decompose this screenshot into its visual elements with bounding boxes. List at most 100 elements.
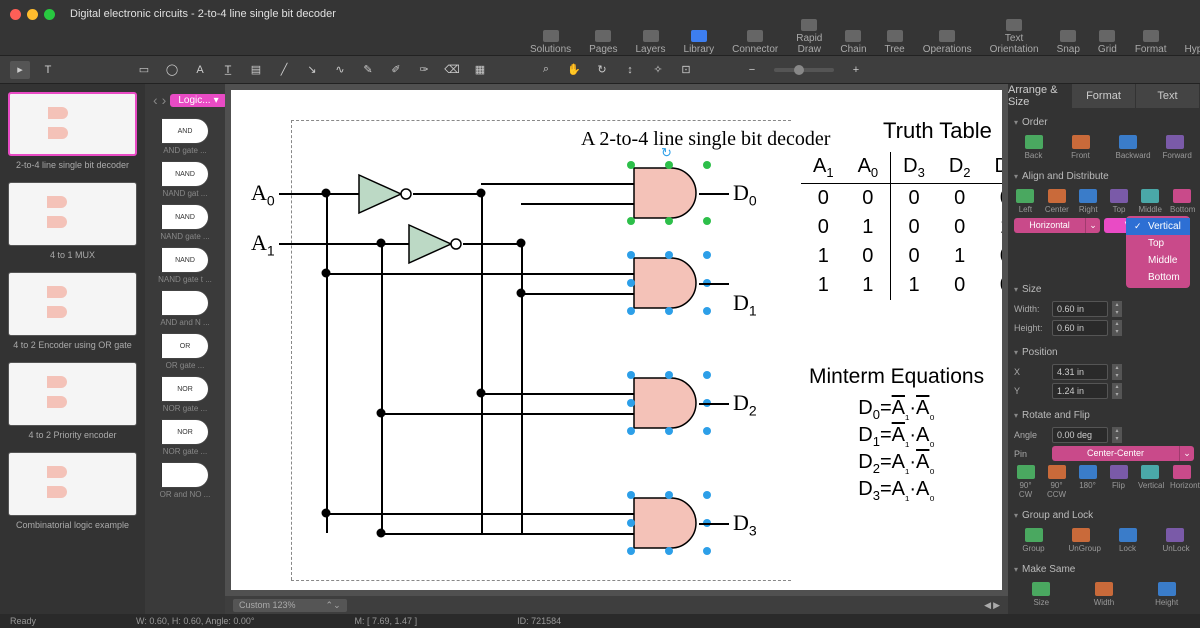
maximize-icon[interactable]: [44, 9, 55, 20]
alignIcons-center[interactable]: Center: [1045, 189, 1069, 214]
and-gate-d1[interactable]: [631, 255, 707, 311]
groupIcons-ungroup[interactable]: UnGroup: [1069, 528, 1093, 553]
rotIcons-180-[interactable]: 180°: [1076, 465, 1099, 499]
library-shape[interactable]: ANDAND gate ...: [149, 118, 221, 155]
orderIcons-front[interactable]: Front: [1069, 135, 1093, 160]
y-stepper[interactable]: ▴▾: [1112, 383, 1122, 399]
pin-select[interactable]: Center-Center: [1052, 446, 1180, 461]
rotIcons-flip[interactable]: Flip: [1107, 465, 1130, 499]
sameIcons-height[interactable]: Height: [1155, 582, 1179, 607]
section-group[interactable]: Group and Lock: [1014, 507, 1194, 524]
page-thumb[interactable]: 2-to-4 line single bit decoder: [8, 92, 137, 170]
library-shape[interactable]: OROR gate ...: [149, 333, 221, 370]
eyedropper-tool[interactable]: ✐: [386, 61, 406, 79]
width-stepper[interactable]: ▴▾: [1112, 301, 1122, 317]
menu-library[interactable]: Library: [684, 30, 715, 55]
rect-tool[interactable]: ▭: [134, 61, 154, 79]
section-position[interactable]: Position: [1014, 344, 1194, 361]
menu-connector[interactable]: Connector: [732, 30, 778, 55]
callout-tool[interactable]: ▤: [246, 61, 266, 79]
page-thumb[interactable]: Combinatorial logic example: [8, 452, 137, 530]
section-align[interactable]: Align and Distribute: [1014, 168, 1194, 185]
menu-rapid-draw[interactable]: Rapid Draw: [796, 19, 822, 55]
x-input[interactable]: [1052, 364, 1108, 380]
tab-arrange[interactable]: Arrange & Size: [1008, 84, 1072, 108]
menu-chain[interactable]: Chain: [840, 30, 866, 55]
x-stepper[interactable]: ▴▾: [1112, 364, 1122, 380]
y-input[interactable]: [1052, 383, 1108, 399]
sameIcons-size[interactable]: Size: [1029, 582, 1053, 607]
pin-dropdown-icon[interactable]: ⌄: [1180, 446, 1194, 461]
inverter-a0[interactable]: [356, 172, 416, 216]
menu-solutions[interactable]: Solutions: [530, 30, 571, 55]
wand-tool[interactable]: ✧: [648, 61, 668, 79]
library-shape[interactable]: AND and N ...: [149, 290, 221, 327]
menu-hypernote[interactable]: Hypernote: [1185, 30, 1200, 55]
measure-tool[interactable]: ↕: [620, 61, 640, 79]
orderIcons-back[interactable]: Back: [1022, 135, 1046, 160]
tab-text[interactable]: Text: [1136, 84, 1200, 108]
valign-middle[interactable]: Middle: [1126, 252, 1190, 269]
pointer-tool[interactable]: ▸: [10, 61, 30, 79]
canvas-scroll-icons[interactable]: ◀▶: [984, 600, 1000, 611]
alignIcons-middle[interactable]: Middle: [1138, 189, 1162, 214]
menu-text-orientation[interactable]: Text Orientation: [990, 19, 1039, 55]
page-thumb[interactable]: 4 to 2 Priority encoder: [8, 362, 137, 440]
library-shape[interactable]: NANDNAND gate t ...: [149, 247, 221, 284]
and-gate-d3[interactable]: [631, 495, 707, 551]
table-tool[interactable]: ▦: [470, 61, 490, 79]
groupIcons-unlock[interactable]: UnLock: [1163, 528, 1187, 553]
sameIcons-width[interactable]: Width: [1092, 582, 1116, 607]
ellipse-tool[interactable]: ◯: [162, 61, 182, 79]
orderIcons-forward[interactable]: Forward: [1163, 135, 1187, 160]
alignIcons-left[interactable]: Left: [1014, 189, 1037, 214]
library-shape[interactable]: NORNOR gate ...: [149, 376, 221, 413]
valign-bottom[interactable]: Bottom: [1126, 269, 1190, 286]
orderIcons-backward[interactable]: Backward: [1116, 135, 1140, 160]
rotIcons-90-cw[interactable]: 90° CW: [1014, 465, 1037, 499]
valign-vertical[interactable]: ✓Vertical: [1126, 218, 1190, 235]
menu-tree[interactable]: Tree: [885, 30, 905, 55]
page-thumb[interactable]: 4 to 2 Encoder using OR gate: [8, 272, 137, 350]
zoom-select[interactable]: Custom 123%⌃⌄: [233, 599, 347, 612]
line-tool[interactable]: ╱: [274, 61, 294, 79]
rotate-tool[interactable]: ↻: [592, 61, 612, 79]
page-thumb[interactable]: 4 to 1 MUX: [8, 182, 137, 260]
section-rotate[interactable]: Rotate and Flip: [1014, 407, 1194, 424]
text-box-tool[interactable]: T̲: [218, 61, 238, 79]
library-shape[interactable]: NANDNAND gate ...: [149, 204, 221, 241]
height-stepper[interactable]: ▴▾: [1112, 320, 1122, 336]
alignIcons-top[interactable]: Top: [1108, 189, 1131, 214]
height-input[interactable]: [1052, 320, 1108, 336]
angle-stepper[interactable]: ▴▾: [1112, 427, 1122, 443]
lib-fwd-icon[interactable]: ›: [162, 92, 167, 108]
minimize-icon[interactable]: [27, 9, 38, 20]
eraser-tool[interactable]: ⌫: [442, 61, 462, 79]
valign-top[interactable]: Top: [1126, 235, 1190, 252]
section-order[interactable]: Order: [1014, 114, 1194, 131]
and-gate-d0[interactable]: [631, 165, 707, 221]
rotIcons-90-ccw[interactable]: 90° CCW: [1045, 465, 1068, 499]
and-gate-d2[interactable]: [631, 375, 707, 431]
pen-tool[interactable]: ✎: [358, 61, 378, 79]
brush-tool[interactable]: ✑: [414, 61, 434, 79]
lib-back-icon[interactable]: ‹: [153, 92, 158, 108]
text-tool[interactable]: T: [38, 61, 58, 79]
arrow-tool[interactable]: ↘: [302, 61, 322, 79]
tab-format[interactable]: Format: [1072, 84, 1136, 108]
library-shape[interactable]: NORNOR gate ...: [149, 419, 221, 456]
rotIcons-horizontal[interactable]: Horizontal: [1170, 465, 1194, 499]
menu-pages[interactable]: Pages: [589, 30, 617, 55]
inverter-a1[interactable]: [406, 222, 466, 266]
zoom-tool[interactable]: ⌕: [536, 61, 556, 79]
menu-layers[interactable]: Layers: [636, 30, 666, 55]
menu-operations[interactable]: Operations: [923, 30, 972, 55]
menu-grid[interactable]: Grid: [1098, 30, 1117, 55]
curve-tool[interactable]: ∿: [330, 61, 350, 79]
alignIcons-bottom[interactable]: Bottom: [1170, 189, 1194, 214]
width-input[interactable]: [1052, 301, 1108, 317]
crop-tool[interactable]: ⊡: [676, 61, 696, 79]
font-tool[interactable]: A: [190, 61, 210, 79]
zoom-slider[interactable]: [774, 68, 834, 72]
close-icon[interactable]: [10, 9, 21, 20]
